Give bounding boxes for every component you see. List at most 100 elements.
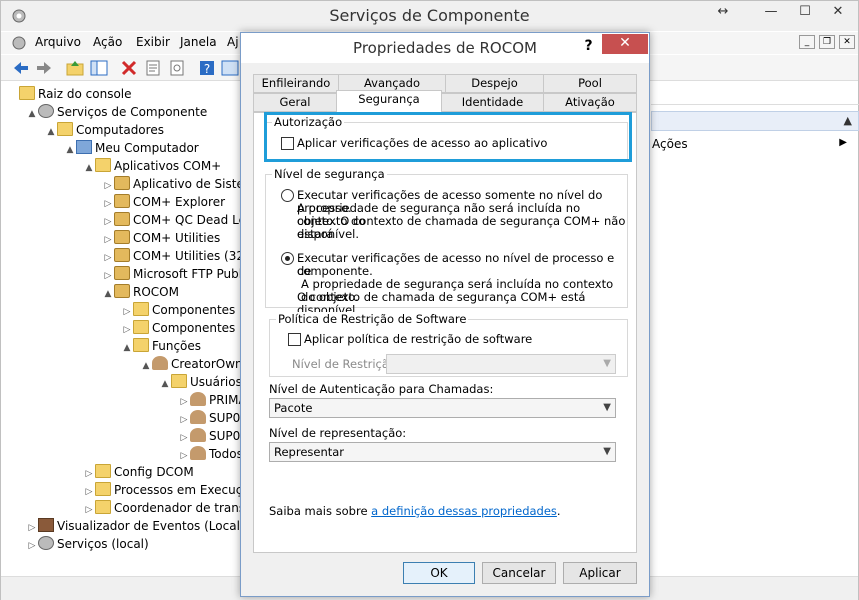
- maximize-button[interactable]: ☐: [790, 1, 820, 23]
- tree-item[interactable]: ▷PRIMA: [178, 391, 241, 409]
- tree-item[interactable]: ▲ CreatorOwne: [140, 355, 241, 373]
- back-arrow-icon[interactable]: [11, 58, 31, 78]
- tree-item-label[interactable]: SUP01: [209, 429, 241, 443]
- tree-item[interactable]: ▲ Funções: [121, 337, 201, 355]
- forward-arrow-icon[interactable]: [34, 58, 54, 78]
- srp-check-label[interactable]: Aplicar política de restrição de softwar…: [304, 333, 532, 346]
- tree-item-label[interactable]: SUP01: [209, 411, 241, 425]
- tree-item-label[interactable]: COM+ QC Dead Lette: [133, 213, 241, 227]
- actions-header[interactable]: ▲: [651, 111, 859, 131]
- tree-item-label[interactable]: Visualizador de Eventos (Local): [57, 519, 241, 533]
- tree-item[interactable]: ▷ Todos: [178, 445, 241, 463]
- dialog-close-button[interactable]: ✕: [602, 34, 648, 54]
- tab-despejo[interactable]: Despejo: [445, 74, 544, 93]
- menu-ajuda[interactable]: Aj: [227, 35, 239, 49]
- expand-right-icon[interactable]: ▶: [839, 137, 847, 148]
- tree-item-label[interactable]: Meu Computador: [95, 141, 199, 155]
- expanded-arrow-icon[interactable]: ▲: [26, 105, 38, 123]
- tree-item[interactable]: ▷COM+ QC Dead Lette: [102, 211, 241, 229]
- tree-item[interactable]: ▷ Config DCOM: [83, 463, 194, 481]
- tree-item[interactable]: ▲ Aplicativos COM+: [83, 157, 221, 175]
- tree-item[interactable]: Raiz do console: [7, 85, 132, 103]
- tree-item[interactable]: ▲ Meu Computador: [64, 139, 199, 157]
- expanded-arrow-icon[interactable]: ▲: [140, 357, 152, 375]
- actions-label[interactable]: Ações: [652, 137, 688, 151]
- tree-item-label[interactable]: Funções: [152, 339, 201, 353]
- tree-item-label[interactable]: Usuários: [190, 375, 241, 389]
- tree-item[interactable]: ▲ Serviços de Componente: [26, 103, 207, 121]
- app-menu-icon[interactable]: [11, 35, 27, 51]
- mdi-restore-button[interactable]: ❐: [819, 35, 835, 49]
- tree-item[interactable]: ▷ Serviços (local): [26, 535, 149, 553]
- tree-item-label[interactable]: Coordenador de transaç: [114, 501, 241, 515]
- expanded-arrow-icon[interactable]: ▲: [45, 123, 57, 141]
- tree-item-label[interactable]: Serviços (local): [57, 537, 149, 551]
- tree-item-label[interactable]: COM+ Utilities: [133, 231, 220, 245]
- tree-item[interactable]: ▷ COM+ Explorer: [102, 193, 225, 211]
- apply-button[interactable]: Aplicar: [563, 562, 637, 584]
- tab-ativacao[interactable]: Ativação: [543, 93, 637, 112]
- minimize-button[interactable]: —: [756, 1, 786, 23]
- tree-item[interactable]: ▷Aplicativo de Sistema: [102, 175, 241, 193]
- view-icon[interactable]: [220, 58, 240, 78]
- impersonation-select[interactable]: Representar ▼: [269, 442, 616, 462]
- mdi-minimize-button[interactable]: _: [799, 35, 815, 49]
- tree-item[interactable]: ▷Processos em Execução: [83, 481, 241, 499]
- tree-item[interactable]: ▲ ROCOM: [102, 283, 179, 301]
- help-icon[interactable]: ?: [197, 58, 217, 78]
- close-button[interactable]: ✕: [823, 1, 853, 23]
- expanded-arrow-icon[interactable]: ▲: [83, 159, 95, 177]
- tree-item[interactable]: ▲ Usuários: [159, 373, 241, 391]
- tab-geral[interactable]: Geral: [253, 93, 337, 112]
- up-folder-icon[interactable]: [65, 58, 85, 78]
- mdi-close-button[interactable]: ✕: [839, 35, 855, 49]
- tree-item-label[interactable]: Raiz do console: [38, 87, 132, 101]
- ok-button[interactable]: OK: [403, 562, 475, 584]
- tree-item-label[interactable]: Todos: [209, 447, 241, 461]
- tree-item-label[interactable]: Aplicativos COM+: [114, 159, 221, 173]
- restriction-level-select[interactable]: ▼: [386, 354, 616, 374]
- delete-icon[interactable]: [119, 58, 139, 78]
- menu-exibir[interactable]: Exibir: [136, 35, 170, 49]
- tree-item-label[interactable]: Config DCOM: [114, 465, 194, 479]
- menu-janela[interactable]: Janela: [180, 35, 217, 49]
- tree-item-label[interactable]: Aplicativo de Sistema: [133, 177, 241, 191]
- tab-seguranca[interactable]: Segurança: [336, 90, 442, 112]
- tree-item[interactable]: ▷Coordenador de transaç: [83, 499, 241, 517]
- tab-identidade[interactable]: Identidade: [441, 93, 544, 112]
- collapsed-arrow-icon[interactable]: ▷: [26, 537, 38, 555]
- tree-item[interactable]: ▷SUP01: [178, 427, 241, 445]
- tree-item[interactable]: ▷ Microsoft FTP Publis: [102, 265, 241, 283]
- resize-icon[interactable]: ↔: [713, 1, 733, 23]
- cancel-button[interactable]: Cancelar: [482, 562, 556, 584]
- tree-item[interactable]: ▲ Computadores: [45, 121, 164, 139]
- tree-item-label[interactable]: COM+ Utilities (32 bi: [133, 249, 241, 263]
- properties-icon[interactable]: [143, 58, 163, 78]
- expanded-arrow-icon[interactable]: ▲: [159, 375, 171, 393]
- tree-item-label[interactable]: ROCOM: [133, 285, 179, 299]
- auth-level-select[interactable]: Pacote ▼: [269, 398, 616, 418]
- tree-item-label[interactable]: Componentes Le: [152, 321, 241, 335]
- tree-item[interactable]: ▷SUP01: [178, 409, 241, 427]
- collapse-up-icon[interactable]: ▲: [844, 114, 852, 127]
- tree-item-label[interactable]: Processos em Execução: [114, 483, 241, 497]
- tab-pool-reciclagem[interactable]: Pool Reciclagem: [543, 74, 637, 107]
- tree-item[interactable]: ▷ Visualizador de Eventos (Local): [26, 517, 241, 535]
- expanded-arrow-icon[interactable]: ▲: [102, 285, 114, 303]
- refresh-icon[interactable]: [167, 58, 187, 78]
- tree-item[interactable]: ▷Componentes Le: [121, 319, 241, 337]
- tree-item-label[interactable]: Computadores: [76, 123, 164, 137]
- expanded-arrow-icon[interactable]: ▲: [64, 141, 76, 159]
- component-level-radio[interactable]: [281, 252, 294, 265]
- tree-item-label[interactable]: Serviços de Componente: [57, 105, 207, 119]
- expanded-arrow-icon[interactable]: ▲: [121, 339, 133, 357]
- tree-item-label[interactable]: CreatorOwne: [171, 357, 241, 371]
- menu-acao[interactable]: Ação: [93, 35, 122, 49]
- tree-item-label[interactable]: COM+ Explorer: [133, 195, 225, 209]
- dialog-help-button[interactable]: ?: [576, 33, 601, 63]
- tree-item[interactable]: ▷ COM+ Utilities: [102, 229, 220, 247]
- tree-item[interactable]: ▷ Componentes: [121, 301, 235, 319]
- srp-checkbox[interactable]: [288, 333, 301, 346]
- tree-item[interactable]: ▷COM+ Utilities (32 bi: [102, 247, 241, 265]
- menu-arquivo[interactable]: Arquivo: [35, 35, 81, 49]
